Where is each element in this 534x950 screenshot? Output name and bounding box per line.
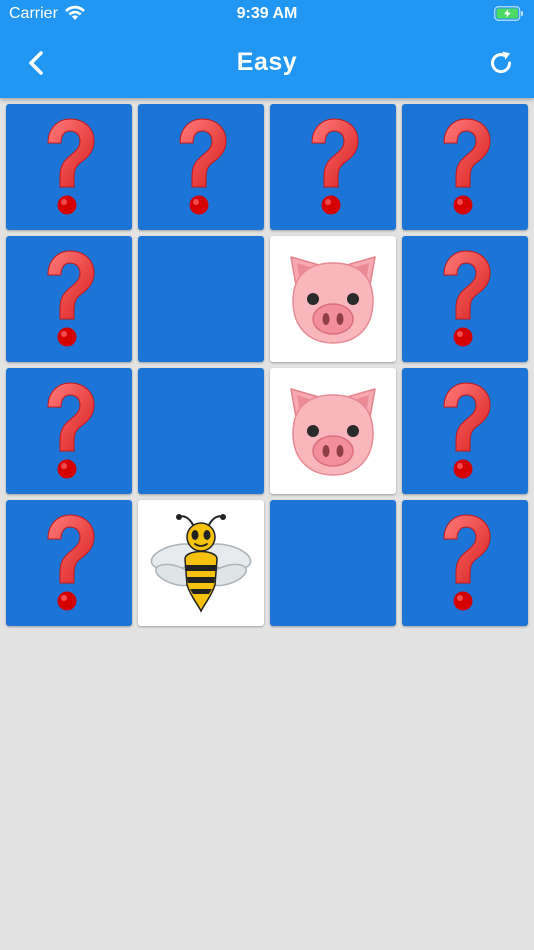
question-mark-icon (34, 115, 104, 219)
status-bar: Carrier 9:39 AM (0, 0, 534, 28)
card-hidden[interactable] (402, 368, 528, 494)
card-grid (6, 104, 528, 626)
app-header: Carrier 9:39 AM Easy (0, 0, 534, 98)
card-hidden[interactable] (402, 104, 528, 230)
battery-charging-icon (494, 6, 523, 21)
question-mark-icon (430, 511, 500, 615)
bee-icon (149, 513, 253, 613)
card-hidden[interactable] (6, 368, 132, 494)
question-mark-icon (34, 379, 104, 483)
card-hidden[interactable] (402, 236, 528, 362)
card-hidden[interactable] (6, 104, 132, 230)
question-mark-icon (430, 115, 500, 219)
card-revealed (138, 500, 264, 626)
card-hidden[interactable] (6, 236, 132, 362)
question-mark-icon (34, 511, 104, 615)
nav-bar: Easy (0, 28, 534, 98)
card-hidden[interactable] (270, 104, 396, 230)
pig-face-icon (283, 251, 383, 347)
question-mark-icon (166, 115, 236, 219)
card-matched (138, 236, 264, 362)
refresh-icon[interactable] (486, 48, 516, 78)
question-mark-icon (430, 247, 500, 351)
card-hidden[interactable] (6, 500, 132, 626)
card-revealed (270, 368, 396, 494)
page-title: Easy (236, 48, 298, 76)
pig-face-icon (283, 383, 383, 479)
card-hidden[interactable] (402, 500, 528, 626)
question-mark-icon (430, 379, 500, 483)
card-hidden[interactable] (138, 104, 264, 230)
card-matched (270, 500, 396, 626)
card-matched (138, 368, 264, 494)
card-revealed (270, 236, 396, 362)
status-time: 9:39 AM (236, 5, 298, 22)
question-mark-icon (298, 115, 368, 219)
question-mark-icon (34, 247, 104, 351)
